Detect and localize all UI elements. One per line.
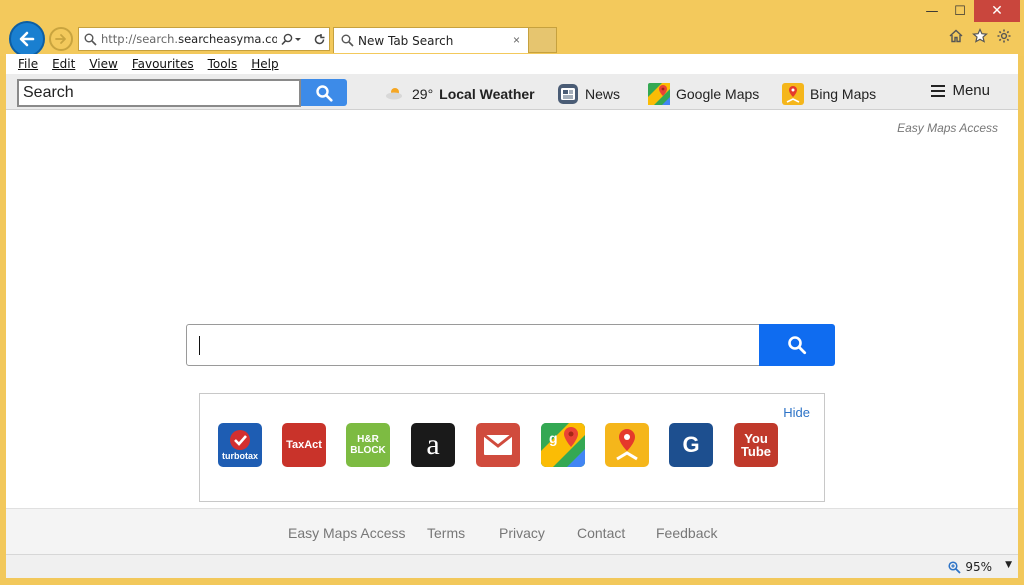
menu-item-edit[interactable]: Edit [52, 57, 75, 71]
footer-link-terms[interactable]: Terms [427, 525, 465, 541]
menu-item-tools[interactable]: Tools [208, 57, 238, 71]
tile-gmail[interactable] [476, 423, 520, 467]
tile-label: turbotax [222, 451, 258, 461]
google-maps-link[interactable]: Google Maps [648, 83, 759, 105]
new-tab-button[interactable] [529, 27, 557, 53]
news-icon [558, 84, 578, 104]
brand-label: Easy Maps Access [897, 121, 998, 135]
zoom-control[interactable]: 95% ▼ [948, 560, 1012, 574]
search-dropdown-icon[interactable] [281, 33, 301, 46]
tile-label: TaxAct [286, 439, 322, 451]
page-footer: Easy Maps Access Terms Privacy Contact F… [6, 508, 1018, 554]
menu-item-file[interactable]: File [18, 57, 38, 71]
tab-title: New Tab Search [358, 33, 454, 48]
google-maps-label: Google Maps [676, 86, 760, 102]
footer-link-feedback[interactable]: Feedback [656, 525, 717, 541]
tile-google-maps[interactable]: g [541, 423, 585, 467]
gear-icon[interactable] [996, 28, 1012, 44]
close-window-button[interactable]: ✕ [974, 0, 1020, 22]
bing-maps-icon [782, 83, 804, 105]
tile-label: G [682, 432, 700, 457]
page-content: Search 29° Local Weather News Google Map… [6, 74, 1018, 554]
home-icon[interactable] [948, 28, 964, 44]
site-menu-button[interactable]: Menu [930, 82, 990, 99]
tile-bing-maps[interactable] [605, 423, 649, 467]
window-controls: — ☐ ✕ [918, 0, 1020, 22]
hide-tiles-link[interactable]: Hide [783, 405, 810, 420]
site-toolbar: Search 29° Local Weather News Google Map… [6, 74, 1018, 110]
menu-item-view[interactable]: View [89, 57, 117, 71]
envelope-icon [483, 434, 513, 455]
tile-label: You Tube [740, 431, 772, 459]
news-label: News [585, 86, 621, 102]
search-icon [341, 34, 354, 47]
minimize-button[interactable]: — [918, 0, 946, 22]
tab-new-tab-search[interactable]: New Tab Search × [333, 27, 529, 53]
tile-turbotax[interactable]: turbotax [218, 423, 262, 467]
star-icon[interactable] [972, 28, 988, 44]
main-search-button[interactable] [759, 324, 835, 366]
google-maps-icon [648, 83, 670, 105]
search-icon [316, 84, 333, 102]
arrow-left-icon [19, 31, 35, 47]
menu-item-favourites[interactable]: Favourites [132, 57, 194, 71]
maximize-button[interactable]: ☐ [946, 0, 974, 22]
search-icon [788, 336, 807, 355]
chevron-down-icon[interactable]: ▼ [1005, 560, 1012, 570]
toolbar-search-button[interactable] [301, 79, 347, 106]
svg-text:g: g [549, 430, 558, 446]
forward-button[interactable] [49, 27, 73, 51]
local-weather-link[interactable]: 29° Local Weather [384, 83, 535, 105]
bing-maps-link[interactable]: Bing Maps [782, 83, 876, 105]
quick-links-panel: Hide turbotax TaxAct H&R BLOCK a g G You… [199, 393, 825, 502]
text-caret [199, 336, 200, 355]
menu-label: Menu [952, 82, 990, 99]
main-search-input[interactable] [186, 324, 760, 366]
google-maps-icon: g [541, 423, 585, 467]
browser-toolbar-icons [948, 28, 1012, 44]
news-link[interactable]: News [557, 83, 620, 105]
zoom-icon [948, 560, 961, 574]
tile-taxact[interactable]: TaxAct [282, 423, 326, 467]
footer-link-contact[interactable]: Contact [577, 525, 625, 541]
menu-item-help[interactable]: Help [251, 57, 278, 71]
menu-bar: File Edit View Favourites Tools Help [6, 54, 1018, 74]
back-button[interactable] [9, 21, 45, 57]
zoom-level: 95% [965, 560, 992, 574]
bing-maps-label: Bing Maps [810, 86, 877, 102]
address-url: http://search.searcheasyma.com/ [101, 32, 277, 46]
tile-amazon[interactable]: a [411, 423, 455, 467]
tile-youtube[interactable]: You Tube [734, 423, 778, 467]
browser-window: — ☐ ✕ http://search.searcheasyma.com/ [0, 0, 1024, 585]
footer-link-privacy[interactable]: Privacy [499, 525, 545, 541]
refresh-icon[interactable] [313, 33, 326, 46]
hamburger-icon [931, 84, 946, 97]
address-bar[interactable]: http://search.searcheasyma.com/ [78, 27, 330, 51]
footer-link-easy-maps-access[interactable]: Easy Maps Access [288, 525, 406, 541]
title-bar: — ☐ ✕ http://search.searcheasyma.com/ [0, 0, 1024, 57]
search-icon [84, 33, 97, 46]
tab-close-button[interactable]: × [513, 33, 520, 47]
toolbar-search-input[interactable]: Search [17, 79, 301, 107]
tile-gogo[interactable]: G [669, 423, 713, 467]
map-pin-icon [616, 429, 638, 461]
weather-temp: 29° [412, 86, 434, 102]
status-bar: 95% ▼ [6, 554, 1018, 578]
tile-label: a [426, 428, 440, 461]
tile-label: H&R BLOCK [350, 434, 386, 456]
weather-cloud-icon [386, 88, 402, 100]
tile-hr-block[interactable]: H&R BLOCK [346, 423, 390, 467]
arrow-right-icon [55, 34, 66, 44]
weather-label: Local Weather [439, 86, 535, 102]
checkmark-icon [230, 430, 250, 450]
